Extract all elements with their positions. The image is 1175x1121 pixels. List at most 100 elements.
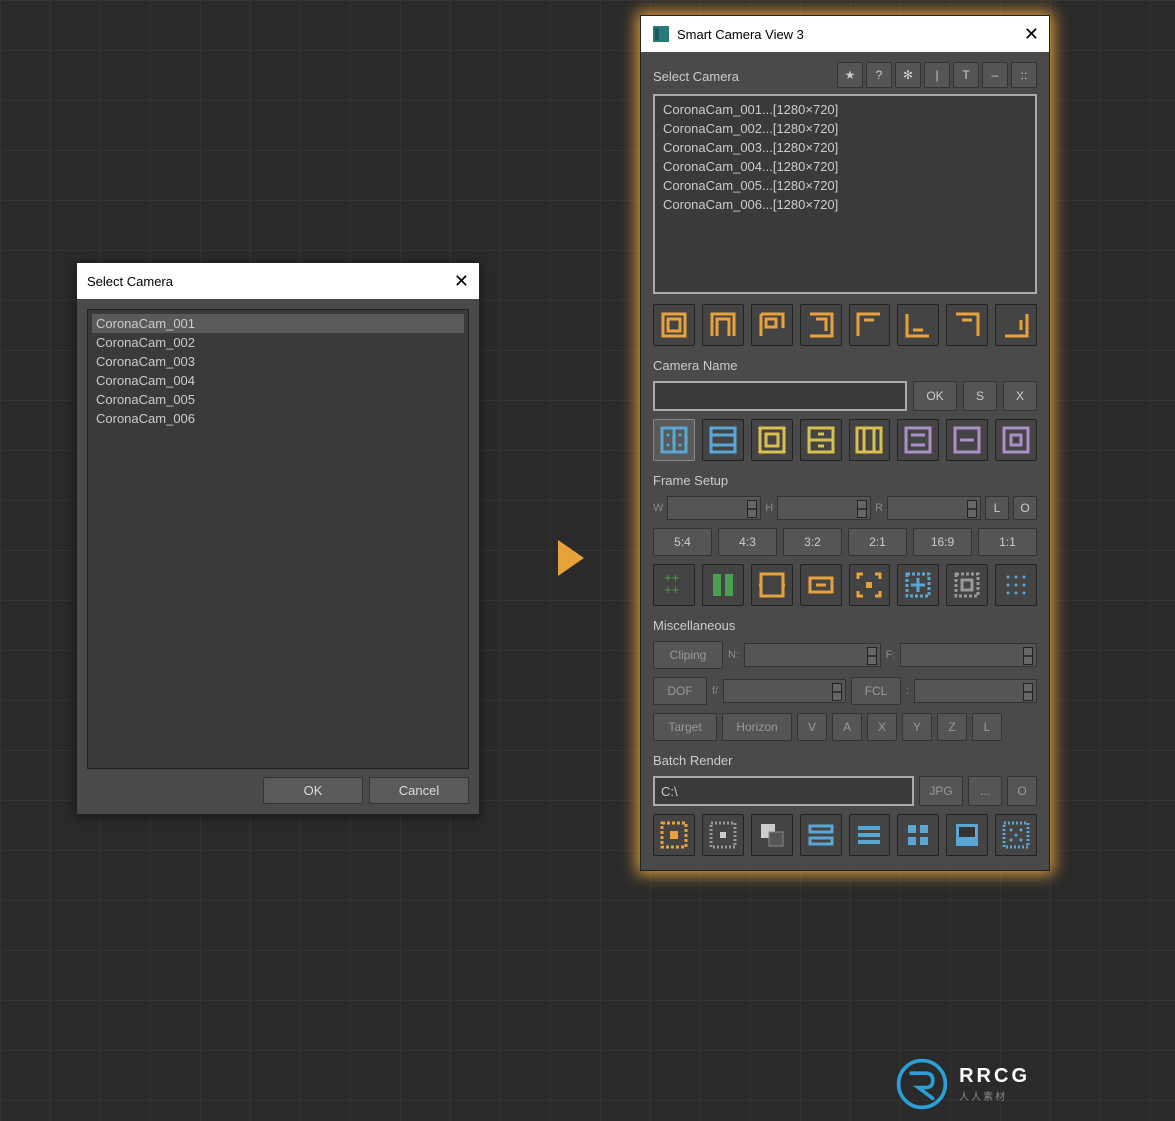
settings-button[interactable]: ✻ bbox=[895, 62, 921, 88]
text-button[interactable]: T bbox=[953, 62, 979, 88]
batch-path-input[interactable] bbox=[653, 776, 914, 806]
view-bl-icon[interactable] bbox=[897, 304, 939, 346]
misc-label: Miscellaneous bbox=[653, 618, 1037, 633]
target-button[interactable]: Target bbox=[653, 713, 717, 741]
r-label: R bbox=[875, 502, 883, 514]
far-input[interactable] bbox=[900, 643, 1037, 667]
grid-5-icon[interactable] bbox=[849, 419, 891, 461]
height-input[interactable] bbox=[777, 496, 871, 520]
l-button[interactable]: L bbox=[985, 496, 1009, 520]
camera-name-input[interactable] bbox=[653, 381, 907, 411]
guide-cross-icon[interactable] bbox=[897, 564, 939, 606]
ok-button[interactable]: OK bbox=[263, 777, 363, 804]
width-input[interactable] bbox=[667, 496, 761, 520]
view-a-icon[interactable] bbox=[653, 304, 695, 346]
close-icon[interactable]: ✕ bbox=[1024, 24, 1039, 45]
view-tl-icon[interactable] bbox=[849, 304, 891, 346]
close-icon[interactable]: ✕ bbox=[454, 271, 469, 292]
guide-frame-icon[interactable] bbox=[751, 564, 793, 606]
axis-l-button[interactable]: L bbox=[972, 713, 1002, 741]
batch-7-icon[interactable] bbox=[946, 814, 988, 856]
camera-list[interactable]: CoronaCam_001...[1280×720] CoronaCam_002… bbox=[653, 94, 1037, 294]
ratio-169-button[interactable]: 16:9 bbox=[913, 528, 972, 556]
a-button[interactable]: A bbox=[832, 713, 862, 741]
batch-3-icon[interactable] bbox=[751, 814, 793, 856]
list-item[interactable]: CoronaCam_001...[1280×720] bbox=[659, 100, 1031, 119]
ratio-input[interactable] bbox=[887, 496, 981, 520]
s-button[interactable]: S bbox=[963, 381, 997, 411]
guide-center-icon[interactable] bbox=[800, 564, 842, 606]
batch-4-icon[interactable] bbox=[800, 814, 842, 856]
guide-dashbox-icon[interactable] bbox=[946, 564, 988, 606]
divider-button[interactable]: | bbox=[924, 62, 950, 88]
view-n-icon[interactable] bbox=[702, 304, 744, 346]
open-button[interactable]: O bbox=[1007, 776, 1037, 806]
guide-add-icon[interactable]: ++++ bbox=[653, 564, 695, 606]
camera-list[interactable]: CoronaCam_001 CoronaCam_002 CoronaCam_00… bbox=[87, 309, 469, 769]
view-d-icon[interactable] bbox=[800, 304, 842, 346]
near-input[interactable] bbox=[744, 643, 881, 667]
fstop-input[interactable] bbox=[723, 679, 846, 703]
list-item[interactable]: CoronaCam_003 bbox=[92, 352, 464, 371]
grid-6-icon[interactable] bbox=[897, 419, 939, 461]
grid-1-icon[interactable] bbox=[653, 419, 695, 461]
axis-z-button[interactable]: Z bbox=[937, 713, 967, 741]
grid-4-icon[interactable] bbox=[800, 419, 842, 461]
batch-5-icon[interactable] bbox=[849, 814, 891, 856]
list-item[interactable]: CoronaCam_004 bbox=[92, 371, 464, 390]
browse-button[interactable]: ... bbox=[968, 776, 1002, 806]
min-button[interactable]: – bbox=[982, 62, 1008, 88]
camera-name-label: Camera Name bbox=[653, 358, 1037, 373]
ratio-32-button[interactable]: 3:2 bbox=[783, 528, 842, 556]
v-button[interactable]: V bbox=[797, 713, 827, 741]
list-item[interactable]: CoronaCam_006 bbox=[92, 409, 464, 428]
arrow-icon bbox=[558, 540, 584, 576]
batch-8-icon[interactable] bbox=[995, 814, 1037, 856]
ratio-54-button[interactable]: 5:4 bbox=[653, 528, 712, 556]
guide-corners-icon[interactable] bbox=[849, 564, 891, 606]
help-button[interactable]: ? bbox=[866, 62, 892, 88]
select-camera-label: Select Camera bbox=[653, 69, 831, 84]
titlebar[interactable]: Select Camera ✕ bbox=[77, 263, 479, 299]
fcl-button[interactable]: FCL bbox=[851, 677, 901, 705]
list-item[interactable]: CoronaCam_002...[1280×720] bbox=[659, 119, 1031, 138]
horizon-button[interactable]: Horizon bbox=[722, 713, 792, 741]
view-tr-icon[interactable] bbox=[946, 304, 988, 346]
view-r-icon[interactable] bbox=[751, 304, 793, 346]
batch-2-icon[interactable] bbox=[702, 814, 744, 856]
jpg-button[interactable]: JPG bbox=[919, 776, 963, 806]
list-item[interactable]: CoronaCam_003...[1280×720] bbox=[659, 138, 1031, 157]
list-item[interactable]: CoronaCam_002 bbox=[92, 333, 464, 352]
dots-button[interactable]: :: bbox=[1011, 62, 1037, 88]
o-button[interactable]: O bbox=[1013, 496, 1037, 520]
batch-1-icon[interactable] bbox=[653, 814, 695, 856]
grid-7-icon[interactable] bbox=[946, 419, 988, 461]
batch-6-icon[interactable] bbox=[897, 814, 939, 856]
grid-2-icon[interactable] bbox=[702, 419, 744, 461]
dof-button[interactable]: DOF bbox=[653, 677, 707, 705]
grid-8-icon[interactable] bbox=[995, 419, 1037, 461]
ok-button[interactable]: OK bbox=[913, 381, 957, 411]
list-item[interactable]: CoronaCam_006...[1280×720] bbox=[659, 195, 1031, 214]
star-button[interactable]: ★ bbox=[837, 62, 863, 88]
axis-y-button[interactable]: Y bbox=[902, 713, 932, 741]
list-item[interactable]: CoronaCam_005 bbox=[92, 390, 464, 409]
list-item[interactable]: CoronaCam_001 bbox=[92, 314, 464, 333]
list-item[interactable]: CoronaCam_005...[1280×720] bbox=[659, 176, 1031, 195]
fcl-input[interactable] bbox=[914, 679, 1037, 703]
colon-label: : bbox=[906, 685, 909, 697]
ratio-43-button[interactable]: 4:3 bbox=[718, 528, 777, 556]
titlebar[interactable]: Smart Camera View 3 ✕ bbox=[641, 16, 1049, 52]
ratio-21-button[interactable]: 2:1 bbox=[848, 528, 907, 556]
guide-split-icon[interactable] bbox=[702, 564, 744, 606]
frame-setup-label: Frame Setup bbox=[653, 473, 1037, 488]
x-button[interactable]: X bbox=[1003, 381, 1037, 411]
axis-x-button[interactable]: X bbox=[867, 713, 897, 741]
view-br-icon[interactable] bbox=[995, 304, 1037, 346]
grid-3-icon[interactable] bbox=[751, 419, 793, 461]
list-item[interactable]: CoronaCam_004...[1280×720] bbox=[659, 157, 1031, 176]
cliping-button[interactable]: Cliping bbox=[653, 641, 723, 669]
cancel-button[interactable]: Cancel bbox=[369, 777, 469, 804]
ratio-11-button[interactable]: 1:1 bbox=[978, 528, 1037, 556]
guide-dots-icon[interactable] bbox=[995, 564, 1037, 606]
